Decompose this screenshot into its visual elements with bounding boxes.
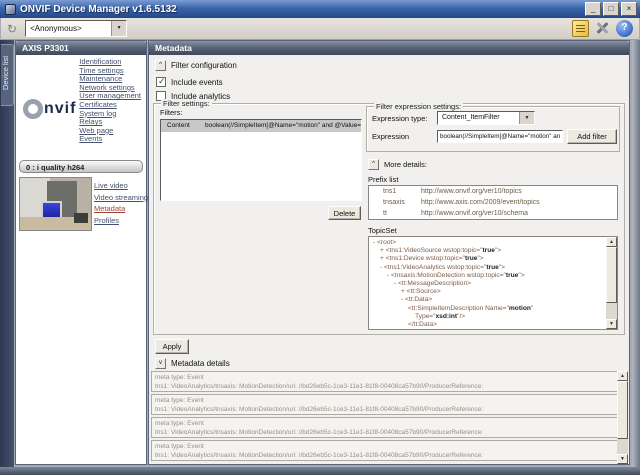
app-icon bbox=[5, 4, 16, 15]
metadata-entry: meta type: Event tns1: VideoAnalytics/tn… bbox=[151, 440, 619, 461]
collapse-icon[interactable]: ^ bbox=[368, 159, 379, 170]
minimize-button[interactable]: _ bbox=[585, 2, 601, 16]
topicset-line[interactable]: - <tns1:VideoAnalytics wstop:topic="true… bbox=[371, 264, 605, 272]
stream-link[interactable]: Video streaming bbox=[94, 192, 148, 204]
device-list-tab[interactable]: Device list bbox=[1, 44, 14, 106]
scroll-down-icon[interactable]: ▼ bbox=[606, 319, 617, 329]
app-window: ONVIF Device Manager v1.6.5132 _ □ × ↻ <… bbox=[0, 0, 640, 475]
more-details-toggle[interactable]: ^ More details: bbox=[368, 159, 427, 170]
topicset-line[interactable]: - <root> bbox=[371, 239, 605, 247]
filter-configuration-toggle[interactable]: ^ Filter configuration bbox=[155, 60, 237, 71]
account-selector-value: <Anonymous> bbox=[26, 21, 111, 36]
stream-links: Live video Video streaming Metadata Prof… bbox=[94, 180, 148, 226]
expression-type-label: Expression type: bbox=[372, 114, 427, 123]
stream-profile-header: 0 : i quality h264 bbox=[19, 160, 143, 173]
prefix-row: tns1 http://www.onvif.org/ver10/topics bbox=[369, 186, 617, 197]
topicset-line[interactable]: + <tns1:VideoSource wstop:topic="true"> bbox=[371, 247, 605, 255]
filter-expression-settings-group: Filter expression settings: Expression t… bbox=[366, 106, 620, 152]
topicset-line[interactable]: + <tns1:Device wstop:topic="true"> bbox=[371, 255, 605, 263]
topicset-tree: - <root> + <tns1:VideoSource wstop:topic… bbox=[368, 236, 618, 330]
prefix-list-label: Prefix list bbox=[368, 175, 398, 184]
close-button[interactable]: × bbox=[621, 2, 637, 16]
scrollbar-thumb[interactable] bbox=[617, 381, 628, 439]
settings-tools-icon[interactable] bbox=[594, 20, 611, 37]
filters-list[interactable]: Content boolean(//SimpleItem[@Name="moti… bbox=[160, 119, 362, 201]
stream-link[interactable]: Live video bbox=[94, 180, 148, 192]
toolbar: ↻ <Anonymous> ▼ ? bbox=[1, 18, 639, 40]
onvif-logo: nvif bbox=[23, 99, 76, 119]
help-about-icon[interactable]: ? bbox=[616, 20, 633, 37]
expression-label: Expression bbox=[372, 132, 409, 141]
chevron-down-icon[interactable]: ▼ bbox=[519, 112, 534, 124]
device-links: Identification Time settings Maintenance… bbox=[79, 58, 141, 144]
right-frame bbox=[632, 40, 640, 467]
bottom-frame bbox=[0, 467, 640, 475]
chevron-down-icon[interactable]: ▼ bbox=[111, 21, 126, 36]
stream-link[interactable]: Metadata bbox=[94, 203, 148, 215]
account-selector[interactable]: <Anonymous> ▼ bbox=[25, 20, 127, 37]
topicset-label: TopicSet bbox=[368, 226, 397, 235]
scroll-up-icon[interactable]: ▲ bbox=[617, 371, 628, 381]
maximize-button[interactable]: □ bbox=[603, 2, 619, 16]
scroll-down-icon[interactable]: ▼ bbox=[617, 454, 628, 464]
topicset-line[interactable]: <tt:SimpleItemDescription Name="motion" bbox=[371, 305, 605, 313]
filter-row[interactable]: Content boolean(//SimpleItem[@Name="moti… bbox=[161, 120, 361, 132]
metadata-entry: meta type: Event tns1: VideoAnalytics/tn… bbox=[151, 394, 619, 415]
scrollbar-thumb[interactable] bbox=[606, 247, 617, 303]
prefix-row: tnsaxis http://www.axis.com/2009/event/t… bbox=[369, 197, 617, 208]
filters-label: Filters: bbox=[160, 108, 183, 117]
checkbox-box[interactable] bbox=[156, 77, 166, 87]
topicset-line[interactable]: Type="xsd:int"/> bbox=[371, 313, 605, 321]
refresh-icon[interactable]: ↻ bbox=[7, 23, 17, 35]
page-title: Metadata bbox=[149, 41, 629, 55]
stream-link[interactable]: Profiles bbox=[94, 215, 148, 227]
device-title: AXIS P3301 bbox=[16, 41, 146, 55]
prefix-row: tt http://www.onvif.org/ver10/schema bbox=[369, 208, 617, 219]
topicset-line[interactable]: - <tnsaxis:MotionDetection wstop:topic="… bbox=[371, 272, 605, 280]
apply-button[interactable]: Apply bbox=[155, 339, 189, 354]
device-sidebar: AXIS P3301 Identification Time settings … bbox=[15, 40, 147, 465]
collapse-icon[interactable]: ^ bbox=[155, 60, 166, 71]
camera-thumbnail[interactable] bbox=[19, 177, 92, 231]
expand-icon[interactable]: v bbox=[155, 358, 166, 369]
expression-input[interactable] bbox=[437, 130, 563, 143]
onvif-logo-o bbox=[23, 99, 43, 119]
topicset-line[interactable]: + <tt:Source> bbox=[371, 288, 605, 296]
metadata-panel: Metadata ^ Filter configuration Include … bbox=[148, 40, 630, 465]
device-link[interactable]: Events bbox=[79, 135, 141, 144]
topicset-line[interactable]: - <tt:MessageDescription> bbox=[371, 280, 605, 288]
topicset-scrollbar[interactable]: ▲ ▼ bbox=[606, 237, 617, 329]
add-filter-button[interactable]: Add filter bbox=[567, 129, 617, 144]
delete-button[interactable]: Delete bbox=[328, 206, 361, 220]
prefix-list: tns1 http://www.onvif.org/ver10/topics t… bbox=[368, 185, 618, 220]
title-bar: ONVIF Device Manager v1.6.5132 _ □ × bbox=[0, 0, 640, 18]
metadata-entry: meta type: Event tns1: VideoAnalytics/tn… bbox=[151, 417, 619, 438]
filter-settings-group: Filter settings: Filters: Content boolea… bbox=[153, 103, 625, 335]
metadata-entry: meta type: Event tns1: VideoAnalytics/tn… bbox=[151, 371, 619, 392]
expression-type-select[interactable]: Content_ItemFilter ▼ bbox=[437, 111, 535, 125]
include-checkbox[interactable]: Include events bbox=[156, 77, 223, 87]
window-title: ONVIF Device Manager v1.6.5132 bbox=[20, 4, 585, 15]
scroll-up-icon[interactable]: ▲ bbox=[606, 237, 617, 247]
event-log-icon[interactable] bbox=[572, 20, 589, 37]
metadata-details-toggle[interactable]: v Metadata details bbox=[155, 358, 230, 369]
metadata-scrollbar[interactable]: ▲ ▼ bbox=[617, 371, 628, 464]
topicset-line[interactable]: </tt:Data> bbox=[371, 321, 605, 329]
metadata-details-list: meta type: Event tns1: VideoAnalytics/tn… bbox=[151, 371, 619, 463]
topicset-line[interactable]: - <tt:Data> bbox=[371, 296, 605, 304]
